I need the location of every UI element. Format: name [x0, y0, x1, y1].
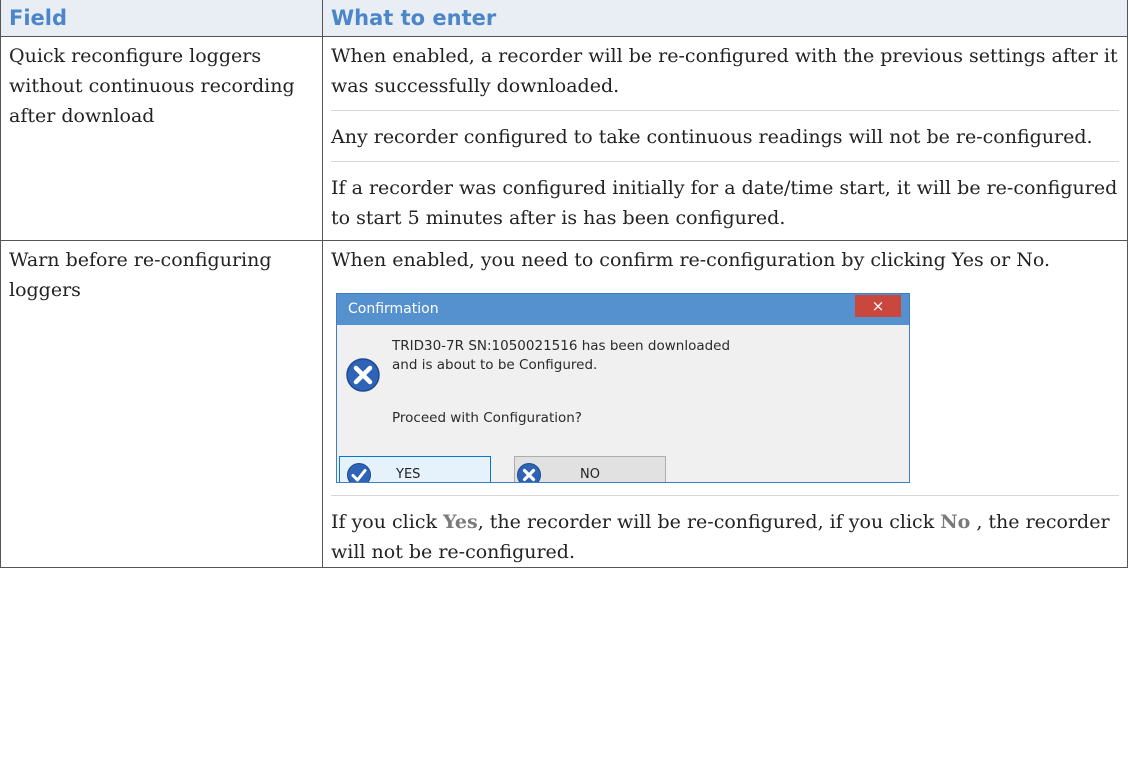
header-what-to-enter: What to enter — [322, 0, 1128, 37]
dialog-message-line: TRID30-7R SN:1050021516 has been downloa… — [392, 338, 731, 354]
field-name: Warn before re-configuring loggers — [9, 249, 272, 301]
no-button-label: NO — [580, 467, 600, 482]
no-button[interactable]: NO — [514, 456, 666, 482]
description-paragraph: Any recorder configured to take continuo… — [331, 110, 1119, 161]
description-paragraph: If a recorder was configured initially f… — [331, 161, 1119, 240]
field-name: Quick reconfigure loggers without contin… — [9, 45, 295, 127]
dialog-message-line: and is about to be Configured. — [392, 357, 598, 373]
yes-button[interactable]: YES — [339, 456, 491, 482]
error-x-icon — [516, 462, 542, 482]
description-paragraph: When enabled, you need to confirm re-con… — [331, 249, 1051, 271]
text-span: , the recorder will be re-configured, if… — [477, 511, 941, 533]
checkmark-icon — [346, 462, 372, 482]
dialog-title: Confirmation — [348, 301, 439, 317]
field-cell: Quick reconfigure loggers without contin… — [0, 36, 323, 241]
dialog-message: TRID30-7R SN:1050021516 has been downloa… — [392, 337, 730, 375]
description-paragraph: When enabled, a recorder will be re-conf… — [331, 45, 1118, 97]
table-row: Warn before re-configuring loggers When … — [0, 240, 1128, 568]
table-header-row: Field What to enter — [0, 0, 1128, 37]
no-keyword: No — [940, 511, 971, 533]
confirmation-dialog-screenshot: Confirmation × TRID30-7R SN:1050021516 h… — [336, 293, 910, 483]
dialog-question: Proceed with Configuration? — [392, 410, 582, 426]
yes-keyword: Yes — [443, 511, 478, 533]
error-x-icon — [345, 357, 381, 398]
yes-button-label: YES — [396, 467, 421, 482]
description-cell: When enabled, you need to confirm re-con… — [322, 240, 1128, 568]
text-span: If you click — [331, 511, 444, 533]
field-cell: Warn before re-configuring loggers — [0, 240, 323, 568]
description-paragraph: If you click Yes, the recorder will be r… — [331, 495, 1119, 567]
description-cell: When enabled, a recorder will be re-conf… — [322, 36, 1128, 241]
settings-table: Field What to enter Quick reconfigure lo… — [0, 0, 1128, 568]
dialog-titlebar: Confirmation × — [337, 294, 909, 325]
close-icon[interactable]: × — [855, 295, 901, 317]
table-row: Quick reconfigure loggers without contin… — [0, 36, 1128, 241]
header-field: Field — [0, 0, 323, 37]
